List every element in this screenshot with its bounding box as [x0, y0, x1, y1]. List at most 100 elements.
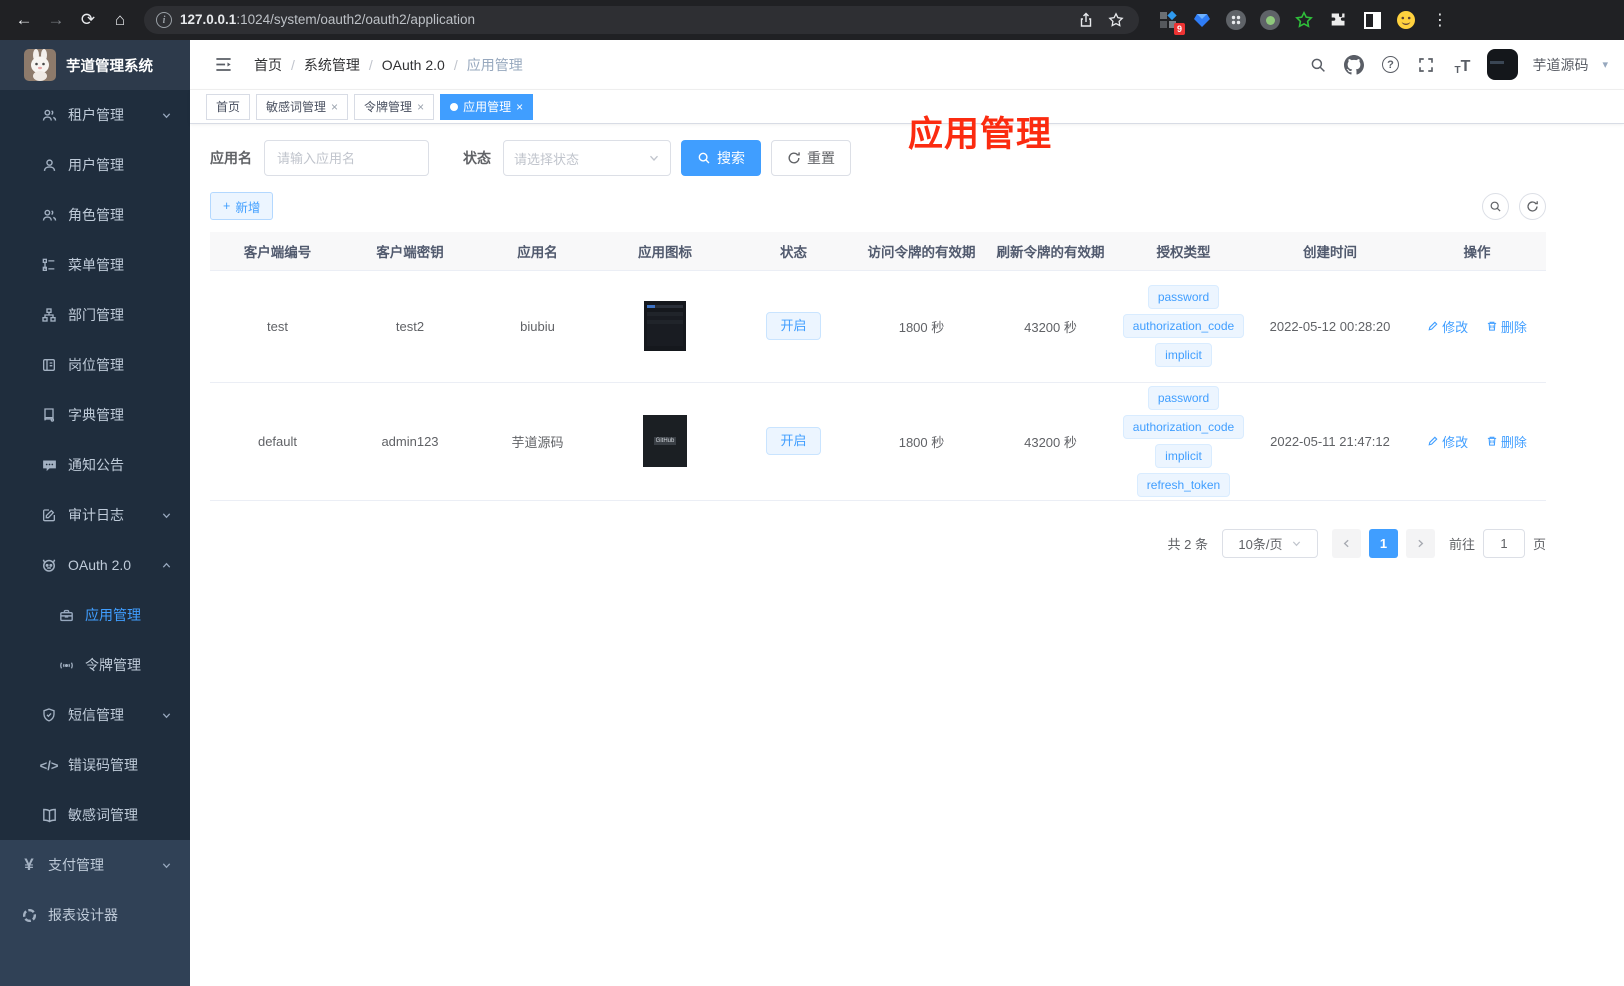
- sidebar-item-dict[interactable]: 字典管理: [0, 390, 190, 440]
- grant-tag: authorization_code: [1122, 314, 1245, 338]
- tab-sensitive-word[interactable]: 敏感词管理 ×: [256, 93, 349, 120]
- close-icon[interactable]: ×: [417, 100, 424, 114]
- user-menu-caret-icon[interactable]: ▾: [1602, 58, 1608, 71]
- cell-client-secret: test2: [345, 270, 475, 383]
- extension-gem-icon[interactable]: [1191, 9, 1213, 31]
- page-number-1[interactable]: 1: [1368, 528, 1398, 558]
- cell-client-id: default: [210, 382, 345, 501]
- username[interactable]: 芋道源码: [1532, 55, 1588, 75]
- browser-forward-button[interactable]: →: [42, 6, 70, 34]
- goto-label: 前往: [1448, 536, 1475, 552]
- sidebar-item-notice[interactable]: 通知公告: [0, 440, 190, 490]
- sidebar-item-dept[interactable]: 部门管理: [0, 290, 190, 340]
- breadcrumb: 首页 / 系统管理 / OAuth 2.0 / 应用管理: [254, 55, 523, 75]
- sidebar-item-post[interactable]: 岗位管理: [0, 340, 190, 390]
- sidebar-item-oauth2[interactable]: OAuth 2.0: [0, 540, 190, 590]
- browser-menu-icon[interactable]: ⋮: [1429, 9, 1451, 31]
- sidebar-collapse-icon[interactable]: [206, 48, 240, 82]
- extension-star-icon[interactable]: [1293, 9, 1315, 31]
- col-actions: 操作: [1408, 232, 1546, 270]
- open-book-icon: [40, 806, 58, 824]
- font-size-icon[interactable]: TT: [1451, 54, 1473, 76]
- bookmark-star-icon[interactable]: [1105, 9, 1127, 31]
- sidebar-item-menu[interactable]: 菜单管理: [0, 240, 190, 290]
- add-button[interactable]: + 新增: [210, 192, 274, 220]
- sidebar-item-oauth2-application[interactable]: 应用管理: [0, 590, 190, 640]
- sidebar-item-error-code[interactable]: </> 错误码管理: [0, 740, 190, 790]
- site-info-icon[interactable]: i: [156, 12, 172, 28]
- edit-button[interactable]: 修改: [1427, 317, 1468, 336]
- sidebar-item-label: 应用管理: [85, 607, 141, 623]
- status-label: 状态: [463, 150, 491, 166]
- cell-app-name: 芋道源码: [475, 382, 600, 501]
- report-wheel-icon: [20, 906, 38, 924]
- page-size-select[interactable]: 10条/页: [1221, 528, 1318, 558]
- edit-pen-icon: [1428, 321, 1438, 331]
- prev-page-button[interactable]: [1331, 528, 1361, 558]
- tab-application[interactable]: 应用管理 ×: [440, 93, 534, 120]
- avatar[interactable]: [1487, 49, 1519, 80]
- browser-home-button[interactable]: ⌂: [106, 6, 134, 34]
- app-name-input[interactable]: [264, 140, 429, 176]
- dictionary-icon: [40, 406, 58, 424]
- delete-button[interactable]: 删除: [1486, 432, 1527, 451]
- col-status: 状态: [730, 232, 857, 270]
- briefcase-icon: [57, 606, 75, 624]
- fullscreen-icon[interactable]: [1415, 54, 1437, 76]
- next-page-button[interactable]: [1405, 528, 1435, 558]
- share-icon[interactable]: [1075, 9, 1097, 31]
- tab-token[interactable]: 令牌管理 ×: [354, 93, 435, 120]
- sidebar-item-sms[interactable]: 短信管理: [0, 690, 190, 740]
- delete-button[interactable]: 删除: [1486, 317, 1527, 336]
- extension-cmd-icon[interactable]: [1225, 9, 1247, 31]
- github-icon[interactable]: [1343, 54, 1365, 76]
- sidebar-item-report-designer[interactable]: 报表设计器: [0, 890, 190, 940]
- address-bar[interactable]: i 127.0.0.1:1024/system/oauth2/oauth2/ap…: [144, 6, 1139, 34]
- sidebar-item-sensitive-word[interactable]: 敏感词管理: [0, 790, 190, 840]
- sidebar-item-pay[interactable]: ¥ 支付管理: [0, 840, 190, 890]
- sidebar-item-user[interactable]: 用户管理: [0, 140, 190, 190]
- chevron-down-icon: [161, 860, 172, 871]
- header-search-icon[interactable]: [1307, 54, 1329, 76]
- browser-back-button[interactable]: ←: [10, 6, 38, 34]
- app-icon-image: GitHub: [643, 415, 687, 467]
- sidebar-item-label: 令牌管理: [85, 657, 141, 673]
- toggle-search-button[interactable]: [1482, 192, 1509, 220]
- help-icon[interactable]: ?: [1379, 54, 1401, 76]
- extensions-puzzle-icon[interactable]: [1327, 9, 1349, 31]
- sidebar-item-oauth2-token[interactable]: 令牌管理: [0, 640, 190, 690]
- breadcrumb-oauth2[interactable]: OAuth 2.0: [382, 57, 445, 73]
- search-button[interactable]: 搜索: [681, 140, 761, 176]
- sidebar-item-role[interactable]: 角色管理: [0, 190, 190, 240]
- breadcrumb-home[interactable]: 首页: [254, 55, 282, 75]
- status-badge[interactable]: 开启: [766, 312, 821, 340]
- status-select[interactable]: 请选择状态: [503, 140, 671, 176]
- edit-button[interactable]: 修改: [1427, 432, 1468, 451]
- extension-grid-icon[interactable]: 9: [1157, 9, 1185, 35]
- code-icon: </>: [39, 757, 59, 773]
- status-badge[interactable]: 开启: [766, 427, 821, 455]
- sidebar-item-audit-log[interactable]: 审计日志: [0, 490, 190, 540]
- sidebar-item-label: OAuth 2.0: [68, 557, 132, 573]
- reset-button[interactable]: 重置: [771, 140, 851, 176]
- trash-icon: [1487, 321, 1496, 331]
- col-client-id: 客户端编号: [210, 232, 345, 270]
- url-host: 127.0.0.1: [180, 12, 237, 27]
- grant-tag: password: [1147, 285, 1220, 309]
- sidebar-item-label: 短信管理: [68, 707, 124, 723]
- browser-reload-button[interactable]: ⟳: [74, 6, 102, 34]
- close-icon[interactable]: ×: [331, 100, 338, 114]
- close-icon[interactable]: ×: [516, 100, 523, 114]
- sidebar-item-tenant[interactable]: 租户管理: [0, 90, 190, 140]
- breadcrumb-system[interactable]: 系统管理: [304, 55, 360, 75]
- extension-emoji-icon[interactable]: [1395, 9, 1417, 31]
- logo-image: [24, 49, 56, 81]
- extension-splitview-icon[interactable]: [1361, 9, 1383, 31]
- sidebar-logo-row[interactable]: 芋道管理系统: [0, 40, 190, 90]
- app-icon-image: [644, 301, 686, 351]
- refresh-table-button[interactable]: [1519, 192, 1546, 220]
- goto-page-input[interactable]: [1482, 528, 1525, 558]
- extension-record-icon[interactable]: [1259, 9, 1281, 31]
- refresh-icon: [1527, 200, 1538, 212]
- tab-home[interactable]: 首页: [206, 93, 251, 120]
